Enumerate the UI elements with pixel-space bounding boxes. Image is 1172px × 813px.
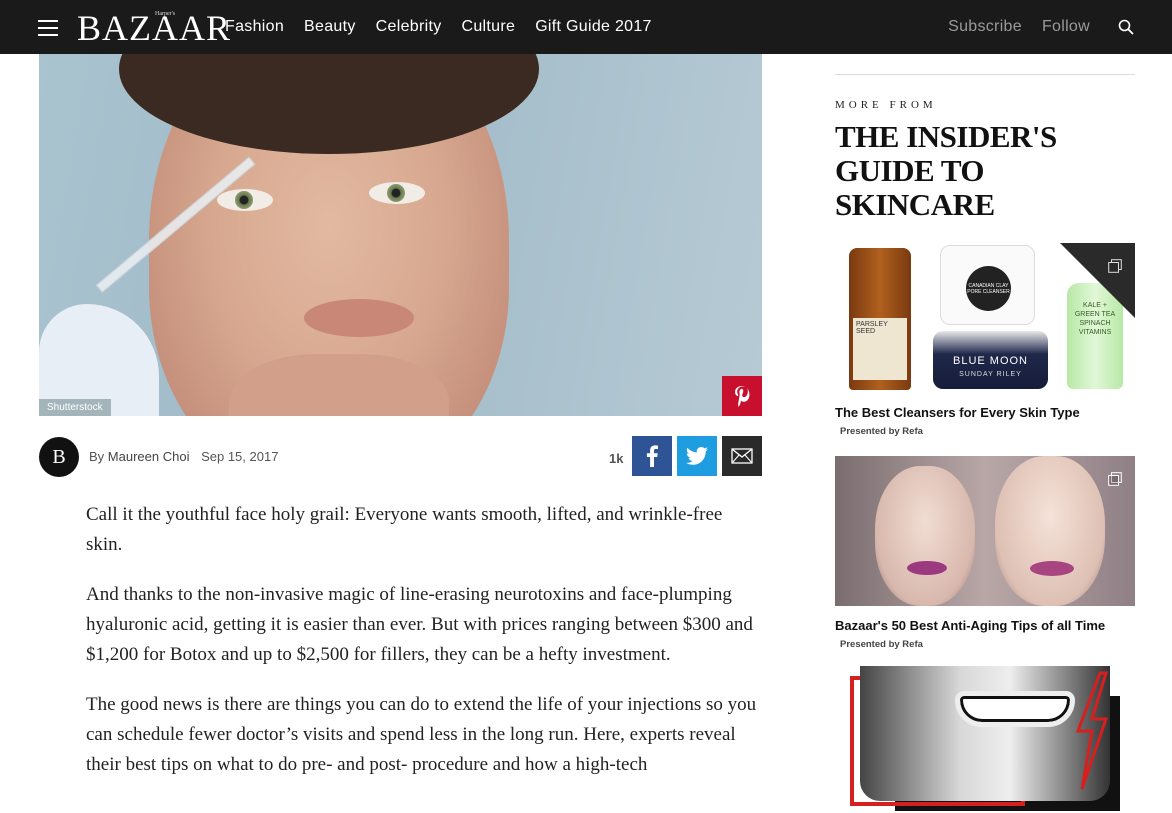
author-avatar: B <box>39 437 79 477</box>
anti-aging-card-image[interactable] <box>835 456 1135 606</box>
blue-moon-label: BLUE MOON <box>952 355 1028 367</box>
pinterest-icon <box>735 386 750 407</box>
model-eye-left <box>217 189 273 211</box>
article-paragraph: The good news is there are things you ca… <box>86 694 757 775</box>
header-actions: Subscribe Follow <box>948 0 1134 54</box>
author-link[interactable]: Maureen Choi <box>108 449 190 464</box>
model-face-left <box>875 466 975 606</box>
cleansers-card-title[interactable]: The Best Cleansers for Every Skin Type <box>835 405 1080 420</box>
nav-beauty[interactable]: Beauty <box>304 18 356 36</box>
more-from-label: MORE FROM <box>835 99 937 111</box>
main-nav: Fashion Beauty Celebrity Culture Gift Gu… <box>225 0 672 54</box>
anti-aging-card-sponsor: Presented by Refa <box>840 639 923 650</box>
model-eye-right <box>369 182 425 204</box>
search-icon[interactable] <box>1118 19 1134 35</box>
pinterest-button[interactable] <box>722 376 762 416</box>
gallery-icon <box>1108 472 1122 486</box>
top-nav-bar: BAZAAR Harper's Fashion Beauty Celebrity… <box>0 0 1172 54</box>
model-lips-right <box>1030 561 1074 576</box>
follow-link[interactable]: Follow <box>1042 18 1090 36</box>
byline-prefix: By <box>89 449 105 464</box>
facebook-share-button[interactable] <box>632 436 672 476</box>
cleansers-card-sponsor: Presented by Refa <box>840 426 923 437</box>
sunglasses-graphic <box>955 691 1075 727</box>
article-paragraph: Call it the youthful face holy grail: Ev… <box>86 504 723 555</box>
model-lips <box>304 299 414 337</box>
publish-date: Sep 15, 2017 <box>201 449 279 464</box>
gallery-icon <box>1108 259 1122 273</box>
cleansers-card-image[interactable]: PARSLEY SEED CANADIAN CLAY PORE CLEANSER… <box>835 243 1135 393</box>
clay-cleanser-jar: CANADIAN CLAY PORE CLEANSER <box>940 245 1035 325</box>
article-paragraph: And thanks to the non-invasive magic of … <box>86 584 753 665</box>
sidebar-guide-title[interactable]: THE INSIDER'S GUIDE TO SKINCARE <box>835 120 1135 222</box>
hamburger-menu-icon[interactable] <box>38 20 58 36</box>
nav-fashion[interactable]: Fashion <box>225 18 284 36</box>
parsley-label: PARSLEY SEED <box>853 318 907 380</box>
facebook-icon <box>646 445 658 467</box>
lightning-bolt-icon <box>1075 671 1109 790</box>
photo-credit: Shutterstock <box>39 399 111 416</box>
model-lips-left <box>907 561 947 575</box>
nav-gift-guide[interactable]: Gift Guide 2017 <box>535 18 652 36</box>
email-icon <box>731 448 753 464</box>
share-count: 1k <box>609 451 624 466</box>
email-share-button[interactable] <box>722 436 762 476</box>
byline: By Maureen Choi Sep 15, 2017 <box>89 449 278 464</box>
subscribe-link[interactable]: Subscribe <box>948 18 1022 36</box>
twitter-share-button[interactable] <box>677 436 717 476</box>
twitter-icon <box>686 447 708 465</box>
sunglasses-card-image[interactable] <box>835 666 1135 813</box>
nav-culture[interactable]: Culture <box>462 18 516 36</box>
site-logo[interactable]: BAZAAR <box>77 8 231 48</box>
sunday-riley-label: SUNDAY RILEY <box>959 371 1022 378</box>
clay-label: CANADIAN CLAY PORE CLEANSER <box>966 266 1011 311</box>
gallery-corner <box>1060 243 1135 318</box>
article-body: Call it the youthful face holy grail: Ev… <box>86 500 762 800</box>
sidebar-divider <box>835 74 1135 75</box>
anti-aging-card-title[interactable]: Bazaar's 50 Best Anti-Aging Tips of all … <box>835 618 1105 633</box>
hero-image <box>39 54 762 416</box>
parsley-seed-bottle: PARSLEY SEED <box>849 248 911 390</box>
site-logo-small: Harper's <box>155 11 176 17</box>
model-face-right <box>995 456 1105 606</box>
blue-moon-jar: BLUE MOON SUNDAY RILEY <box>933 331 1048 389</box>
nav-celebrity[interactable]: Celebrity <box>376 18 442 36</box>
